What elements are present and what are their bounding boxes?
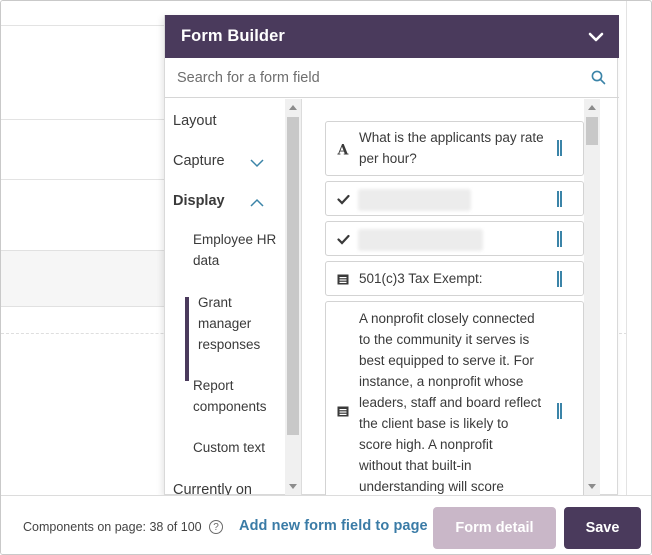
text-a-icon: A bbox=[336, 142, 350, 157]
chevron-up-icon[interactable] bbox=[249, 197, 265, 209]
chevron-down-icon[interactable] bbox=[587, 28, 605, 46]
drag-handle-icon[interactable] bbox=[557, 271, 562, 287]
form-builder-title: Form Builder bbox=[181, 27, 285, 45]
category-nav: Layout Capture Display Employee HR data … bbox=[165, 99, 302, 495]
scroll-down-arrow-icon[interactable] bbox=[288, 483, 298, 490]
search-bar bbox=[165, 58, 619, 98]
save-button[interactable]: Save bbox=[564, 507, 641, 549]
add-form-field-link[interactable]: Add new form field to page bbox=[239, 518, 428, 534]
form-builder-panel: Form Builder Layout Capture Display Empl… bbox=[164, 15, 619, 495]
nav-scrollbar-thumb[interactable] bbox=[287, 117, 299, 435]
nav-sub-employee-hr-data[interactable]: Employee HR data bbox=[193, 229, 276, 271]
scroll-up-arrow-icon[interactable] bbox=[587, 104, 597, 111]
field-list-scrollbar[interactable] bbox=[584, 99, 600, 495]
field-card[interactable] bbox=[325, 221, 584, 256]
drag-handle-icon[interactable] bbox=[557, 231, 562, 247]
drag-handle-icon[interactable] bbox=[557, 403, 562, 419]
redacted-text bbox=[358, 189, 471, 211]
nav-sub-grant-manager-responses[interactable]: Grant manager responses bbox=[198, 292, 260, 355]
bg-divider bbox=[1, 119, 164, 120]
form-detail-button[interactable]: Form detail bbox=[433, 507, 556, 549]
chevron-down-icon[interactable] bbox=[249, 157, 265, 169]
bg-right-border bbox=[626, 1, 627, 495]
table-icon bbox=[336, 404, 350, 418]
field-list: A What is the applicants pay rate per ho… bbox=[302, 99, 619, 495]
nav-layout[interactable]: Layout bbox=[173, 113, 217, 129]
footer-bar: Components on page: 38 of 100 ? Add new … bbox=[1, 495, 651, 554]
table-icon bbox=[336, 272, 350, 286]
app-window: Form Builder Layout Capture Display Empl… bbox=[0, 0, 652, 555]
help-icon[interactable]: ? bbox=[209, 520, 223, 534]
drag-handle-icon[interactable] bbox=[557, 140, 562, 156]
nav-capture[interactable]: Capture bbox=[173, 153, 225, 169]
form-builder-header: Form Builder bbox=[165, 15, 619, 58]
bg-divider bbox=[1, 25, 164, 26]
checkmark-icon bbox=[336, 192, 350, 206]
search-icon[interactable] bbox=[589, 69, 607, 87]
field-card[interactable] bbox=[325, 181, 584, 216]
nav-display[interactable]: Display bbox=[173, 193, 225, 209]
field-card[interactable]: 501(c)3 Tax Exempt: bbox=[325, 261, 584, 296]
checkmark-icon bbox=[336, 232, 350, 246]
scroll-up-arrow-icon[interactable] bbox=[288, 104, 298, 111]
active-indicator bbox=[185, 297, 189, 381]
svg-text:A: A bbox=[337, 143, 350, 157]
components-count: Components on page: 38 of 100 bbox=[23, 520, 202, 534]
field-list-scrollbar-thumb[interactable] bbox=[586, 117, 598, 145]
bg-divider bbox=[1, 179, 164, 180]
nav-currently-on[interactable]: Currently on bbox=[173, 482, 252, 495]
nav-sub-custom-text[interactable]: Custom text bbox=[193, 437, 265, 458]
nav-scrollbar[interactable] bbox=[285, 99, 301, 495]
search-input[interactable] bbox=[177, 69, 589, 86]
field-card[interactable]: A What is the applicants pay rate per ho… bbox=[325, 121, 584, 176]
nav-sub-report-components[interactable]: Report components bbox=[193, 375, 267, 417]
scroll-down-arrow-icon[interactable] bbox=[587, 483, 597, 490]
bg-gray-row bbox=[1, 250, 164, 307]
drag-handle-icon[interactable] bbox=[557, 191, 562, 207]
field-card[interactable]: A nonprofit closely connected to the com… bbox=[325, 301, 584, 495]
redacted-text bbox=[358, 229, 483, 251]
